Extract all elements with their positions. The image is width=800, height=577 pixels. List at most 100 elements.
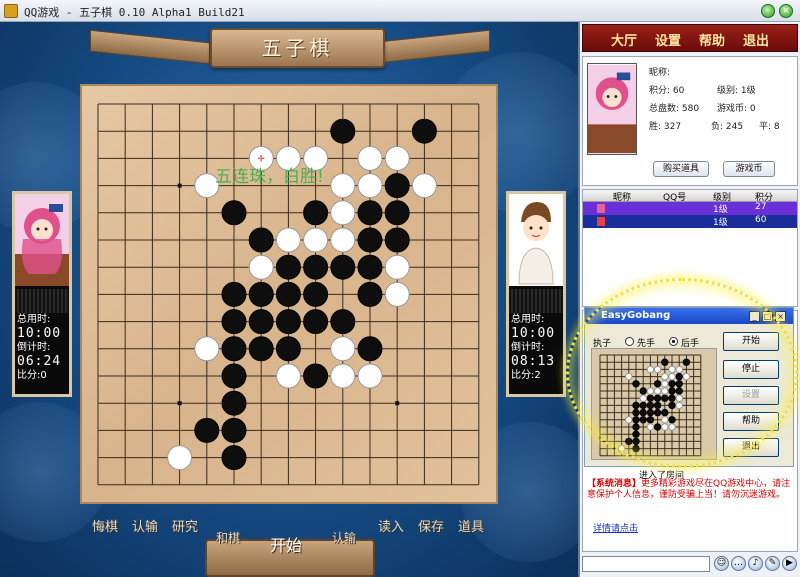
black-stone [639,401,647,410]
black-stone [639,416,647,424]
dialog-settings-button[interactable]: 设置 [723,386,779,405]
black-stone [303,281,329,307]
black-stone [221,336,247,362]
profile-score: 积分: 60 [649,86,685,96]
send-icon[interactable]: ▶ [782,556,797,571]
right-countdown: 08:13 [511,354,556,369]
system-message-label: 【系统消息】 [587,479,642,489]
white-stone [668,365,676,374]
profile-wins: 胜: 327 [649,122,682,132]
window-title: QQ游戏 - 五子棋 0.10 Alpha1 Build21 [24,6,245,19]
dialog-minimize-button[interactable]: _ [749,311,760,322]
white-stone [384,145,410,171]
banner-ribbon-left [90,29,210,65]
profile-card: 昵称: 积分: 60 级别: 1级 总盘数: 580 游戏币: 0 胜: 327… [582,56,798,186]
close-button[interactable]: × [779,4,793,18]
black-stone [194,417,220,443]
right-total-time-label: 总用时: [511,314,545,325]
tool-icon[interactable]: ✎ [765,556,780,571]
game-area: 五子棋 ✛ 五连珠，白胜! 总用时: 10:00 倒计时: 06:24 比分:0 [0,22,578,577]
menu-lobby[interactable]: 大厅 [611,30,637,49]
user-list-header: 昵称 QQ号 级别 积分 [583,190,797,203]
black-stone [675,387,683,395]
buy-items-button[interactable]: 购买道具 [653,161,709,177]
black-stone [357,281,383,307]
black-stone [668,380,676,388]
study-button[interactable]: 研究 [172,516,198,535]
black-stone [248,281,274,307]
black-stone [275,336,301,362]
black-stone [330,254,356,280]
left-player-name [15,289,69,313]
white-stone [194,336,220,362]
black-stone [330,118,356,144]
profile-coins: 游戏币: 0 [717,104,756,114]
first-radio[interactable] [625,337,634,346]
gomoku-board[interactable]: ✛ [80,84,498,504]
emoji-icon[interactable]: ☺ [714,556,729,571]
black-stone [275,254,301,280]
white-stone [653,387,662,395]
black-stone [275,309,301,335]
left-total-time: 10:00 [17,326,62,341]
user-row[interactable]: 1级 27 [583,202,797,215]
user-list: 昵称 QQ号 级别 积分 1级 27 1级 60 [582,189,798,307]
left-countdown: 06:24 [17,354,62,369]
menu-help[interactable]: 帮助 [699,30,725,49]
black-stone [357,254,383,280]
second-radio[interactable] [669,337,678,346]
dialog-close-button[interactable]: × [775,311,786,322]
save-button[interactable]: 保存 [418,516,444,535]
star-point [177,401,182,406]
user-row[interactable]: 1级 60 [583,215,797,228]
white-stone [617,444,626,453]
minimize-button[interactable]: – [761,4,775,18]
black-stone [661,358,669,366]
black-stone [632,430,640,438]
dialog-stop-button[interactable]: 停止 [723,360,779,379]
black-stone [303,200,329,226]
black-stone [682,358,691,366]
white-stone [661,372,669,381]
load-button[interactable]: 读入 [378,516,404,535]
lose-button[interactable]: 认输 [132,516,158,535]
detail-link[interactable]: 详情请点击 [593,521,638,534]
profile-nickname-label: 昵称: [649,68,671,78]
easygobang-dialog: EasyGobang _ □ × 执子 先手 后手 开始 停止 设置 帮助 退出 [584,307,794,467]
star-point [395,401,400,406]
sound-icon[interactable]: ♪ [748,556,763,571]
white-stone [646,423,655,431]
tools-button[interactable]: 道具 [458,516,484,535]
white-stone [167,445,193,471]
black-stone [639,387,647,395]
left-player-avatar [15,194,69,286]
chat-input[interactable] [582,556,710,572]
white-stone [357,173,383,199]
title-bar: QQ游戏 - 五子棋 0.10 Alpha1 Build21 – × [0,0,800,22]
start-button[interactable]: 开始 [270,532,302,556]
black-stone [357,336,383,362]
white-stone [330,173,356,199]
white-stone [661,380,669,388]
chat-input-bar: ☺ … ♪ ✎ ▶ [582,554,798,574]
dialog-start-button[interactable]: 开始 [723,332,779,351]
black-stone [221,390,247,416]
menu-settings[interactable]: 设置 [655,30,681,49]
dialog-exit-button[interactable]: 退出 [723,438,779,457]
black-stone [303,363,329,389]
menu-exit[interactable]: 退出 [743,30,769,49]
regret-button[interactable]: 悔棋 [92,516,118,535]
game-coin-button[interactable]: 游戏币 [723,161,775,177]
white-stone [275,363,301,389]
resign-button[interactable]: 认输 [332,529,356,546]
right-player-avatar [509,194,563,286]
right-countdown-label: 倒计时: [511,342,545,353]
black-stone [357,200,383,226]
dialog-help-button[interactable]: 帮助 [723,412,779,431]
black-stone [384,227,410,253]
dialog-maximize-button[interactable]: □ [762,311,773,322]
mini-board-grid [599,354,702,457]
draw-button[interactable]: 和棋 [216,529,240,546]
board-grid[interactable]: ✛ [82,86,496,502]
chat-bubble-icon[interactable]: … [731,556,746,571]
